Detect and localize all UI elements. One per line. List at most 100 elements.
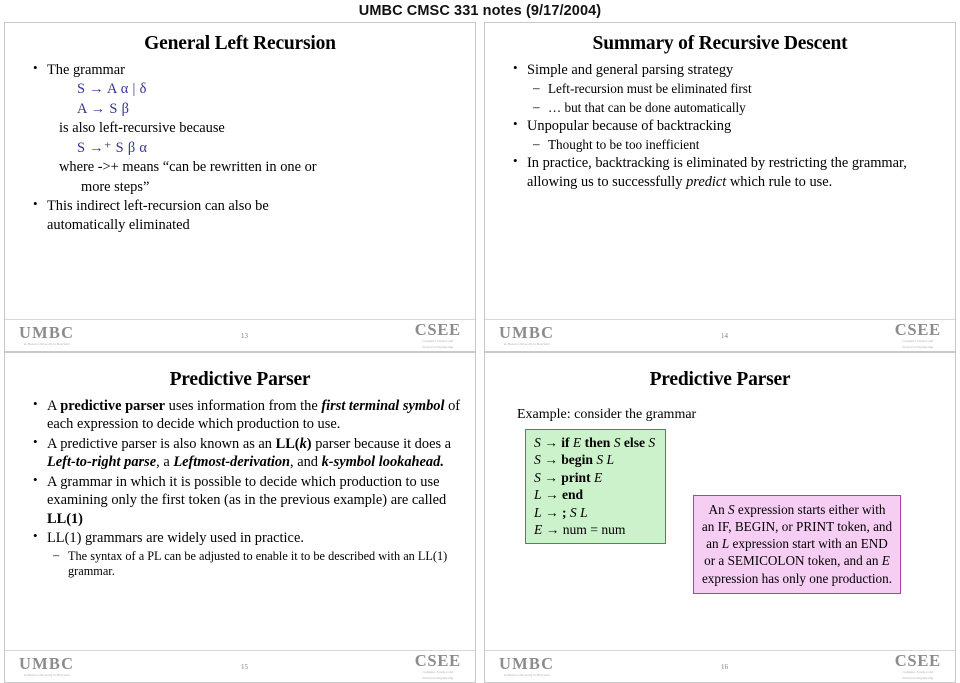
text-bold-italic: first terminal symbol: [321, 398, 445, 414]
umbc-logo-mark: UMBC: [19, 654, 75, 674]
text-a: A: [47, 398, 61, 414]
list-item: The syntax of a PL can be adjusted to en…: [53, 548, 465, 580]
list-item: Left-recursion must be eliminated first: [533, 79, 945, 97]
bullet-text-line1: This indirect left-recursion can also be: [47, 198, 269, 215]
bullet-text-part2: which rule to use.: [726, 173, 833, 190]
text-d: , and: [290, 454, 322, 471]
umbc-logo: UMBC an Honors University in Maryland: [19, 325, 74, 346]
grammar-rule-rhs-part: then: [581, 435, 614, 450]
note-symbol-e: E: [881, 553, 890, 569]
umbc-logo-subtext: an Honors University in Maryland: [23, 341, 70, 346]
bullet-text: The grammar: [47, 62, 125, 78]
csee-logo-mark: CSEE: [894, 650, 941, 670]
because-line: is also left-recursive because: [59, 120, 225, 137]
grammar-rule: S → if E then S else S: [534, 434, 655, 451]
text-c: , a: [156, 454, 174, 471]
grammar-rule-rhs-part: end: [561, 487, 584, 503]
list-item: In practice, backtracking is eliminated …: [513, 153, 945, 191]
slide-13-footer: UMBC an Honors University in Maryland 13…: [5, 319, 475, 351]
grammar-rule-rhs-part: S L: [596, 452, 615, 468]
csee-logo-subtext-2: Electrical Engineering: [902, 344, 934, 349]
page-number: 14: [720, 331, 728, 340]
page-number: 16: [720, 662, 728, 671]
grammar-rule-arrow: →: [540, 452, 562, 468]
slide-16-body: Predictive Parser Example: consider the …: [485, 353, 955, 650]
text-bold-italic-3: Leftmost-derivation: [173, 454, 291, 471]
list-item: A grammar in which it is possible to dec…: [33, 472, 465, 528]
csee-logo-subtext-2: Electrical Engineering: [422, 344, 454, 349]
umbc-logo: UMBC an Honors University in Maryland: [499, 325, 554, 346]
grammar-line-2: A → S β: [77, 100, 130, 117]
grammar-rule-arrow: →: [541, 487, 562, 503]
slide-14[interactable]: Summary of Recursive Descent Simple and …: [484, 22, 956, 352]
bullet-text-line2: automatically eliminated: [47, 216, 190, 233]
umbc-logo: UMBC an Honors University in Maryland: [19, 656, 74, 677]
grammar-rule-rhs-part: ;: [561, 504, 570, 520]
note-text-d: expression has only one production.: [701, 570, 893, 586]
list-item: Thought to be too inefficient: [533, 135, 945, 153]
slide-16[interactable]: Predictive Parser Example: consider the …: [484, 352, 956, 683]
page-number: 15: [240, 662, 248, 671]
grammar-rule: E → num = num: [534, 521, 655, 538]
document-header: UMBC CMSC 331 notes (9/17/2004): [358, 3, 602, 19]
grammar-rule-arrow: →: [542, 521, 563, 537]
where-line-1: where ->+ means “can be rewritten in one…: [59, 159, 317, 176]
grammar-rule-lhs: S: [534, 452, 541, 468]
slide-14-bullets: Simple and general parsing strategy Left…: [495, 60, 945, 191]
slide-13-bullets: The grammar S → A α | δ A → S β is also …: [15, 60, 465, 234]
text-bold-italic-4: k-symbol lookahead.: [321, 454, 444, 471]
slide-16-footer: UMBC an Honors University in Maryland 16…: [485, 650, 955, 682]
grammar-rule-rhs-part: print: [561, 469, 595, 485]
grammar-rule-rhs-part: else: [620, 435, 649, 450]
umbc-logo-subtext: an Honors University in Maryland: [503, 672, 550, 677]
text-bold: predictive parser: [60, 398, 166, 414]
slide-13[interactable]: General Left Recursion The grammar S → A…: [4, 22, 476, 352]
umbc-logo-mark: UMBC: [19, 323, 75, 343]
grammar-rule-arrow: →: [540, 469, 562, 485]
grammar-rule-lhs: S: [534, 435, 541, 450]
grammar-rule-lhs: S: [534, 469, 541, 485]
text-bold: LL(: [275, 435, 300, 452]
slide-13-body: General Left Recursion The grammar S → A…: [5, 23, 475, 319]
slide-14-body: Summary of Recursive Descent Simple and …: [485, 23, 955, 319]
csee-logo: CSEE Computer Science and Electrical Eng…: [414, 319, 461, 349]
slide-16-title: Predictive Parser: [649, 369, 791, 390]
note-text-a: An: [708, 502, 728, 517]
list-item: A predictive parser is also known as an …: [33, 434, 465, 472]
umbc-logo: UMBC an Honors University in Maryland: [499, 656, 554, 677]
grammar-rule-rhs-part: begin: [561, 452, 597, 468]
list-item: A predictive parser uses information fro…: [33, 396, 465, 434]
slide-grid: General Left Recursion The grammar S → A…: [0, 22, 960, 683]
csee-logo-mark: CSEE: [414, 650, 461, 670]
text-bold-italic: k: [299, 435, 307, 452]
text-b: uses information from the: [165, 398, 322, 414]
list-item: The grammar S → A α | δ A → S β is also …: [33, 60, 465, 196]
csee-logo-subtext-1: Computer Science and: [422, 339, 454, 344]
list-item: LL(1) grammars are widely used in practi…: [33, 528, 465, 547]
grammar-example-box: S → if E then S else SS → begin S LS → p…: [525, 429, 667, 545]
umbc-logo-mark: UMBC: [499, 654, 555, 674]
grammar-rule-lhs: L: [534, 487, 542, 503]
grammar-rule-rhs-part: E: [594, 469, 603, 485]
csee-logo-subtext-1: Computer Science and: [902, 339, 934, 344]
text-a: A grammar in which it is possible to dec…: [47, 473, 447, 509]
ll-k-token: LL(k): [276, 436, 312, 452]
slide-15-bullets: A predictive parser uses information fro…: [15, 396, 465, 580]
grammar-rule: L → ; S L: [534, 504, 655, 521]
grammar-line-1: S → A α | δ: [77, 81, 147, 98]
note-text-c: expression start with an END or a SEMICO…: [704, 536, 888, 569]
slide-14-title: Summary of Recursive Descent: [592, 33, 848, 54]
grammar-rule: S → begin S L: [534, 451, 655, 468]
csee-logo-subtext-1: Computer Science and: [902, 670, 934, 675]
slide-15-body: Predictive Parser A predictive parser us…: [5, 353, 475, 650]
csee-logo-mark: CSEE: [414, 319, 461, 339]
csee-logo: CSEE Computer Science and Electrical Eng…: [894, 319, 941, 349]
umbc-logo-subtext: an Honors University in Maryland: [23, 672, 70, 677]
list-item: Unpopular because of backtracking: [513, 116, 945, 135]
text-bold: LL(1): [47, 510, 83, 527]
grammar-rule: S → print E: [534, 469, 655, 486]
umbc-logo-subtext: an Honors University in Maryland: [503, 341, 550, 346]
csee-logo-mark: CSEE: [894, 319, 941, 339]
csee-logo-subtext-1: Computer Science and: [422, 670, 454, 675]
slide-15[interactable]: Predictive Parser A predictive parser us…: [4, 352, 476, 683]
